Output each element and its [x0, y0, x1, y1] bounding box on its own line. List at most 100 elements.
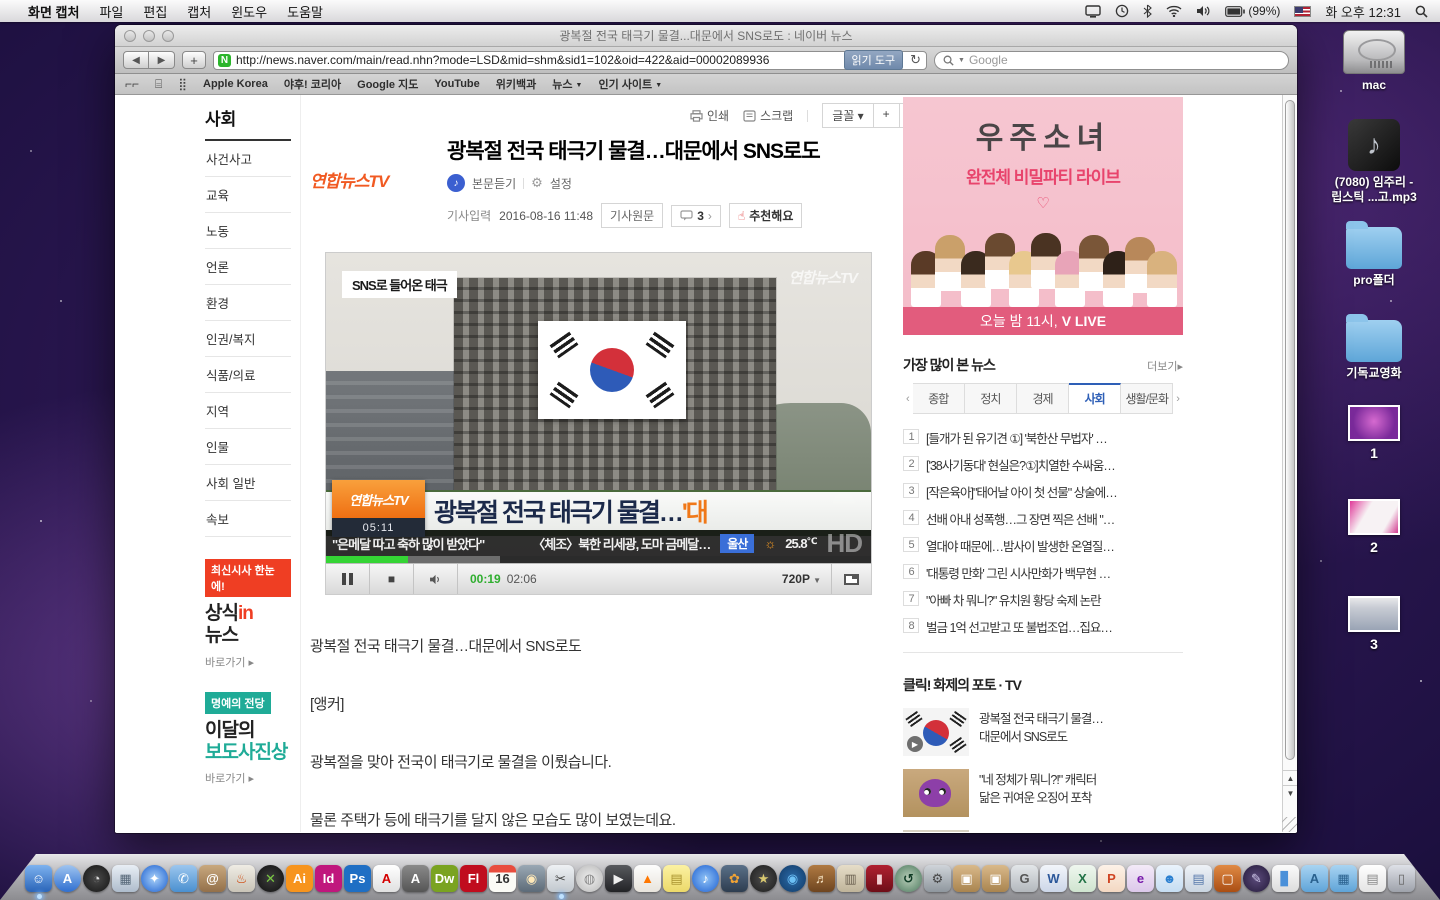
reading-glasses-icon[interactable]: ⌐⌐	[125, 77, 139, 91]
desktop-icon-screenshot-2[interactable]: 2	[1326, 499, 1422, 557]
vertical-scrollbar[interactable]: ▲ ▼	[1282, 95, 1297, 832]
dock-indesign-icon[interactable]: Id	[315, 865, 342, 892]
scroll-down-button[interactable]: ▼	[1283, 785, 1297, 800]
dock-flash-icon[interactable]: Fl	[460, 865, 487, 892]
video-progress-bar[interactable]	[326, 556, 871, 563]
ranked-news-item[interactable]: 7"아빠 차 뭐니?" 유치원 황당 숙제 논란	[903, 586, 1183, 613]
fullscreen-button[interactable]	[831, 564, 871, 594]
dock-ms-word-icon[interactable]: W	[1040, 865, 1067, 892]
stop-button[interactable]: ■	[370, 564, 414, 594]
new-tab-button[interactable]: +	[182, 51, 206, 69]
listen-button[interactable]: 본문듣기	[472, 175, 516, 192]
dock-idvd-icon[interactable]: ◉	[779, 865, 806, 892]
tts-settings-button[interactable]: 설정	[550, 175, 572, 192]
dock-quicktime-icon[interactable]: ▶	[605, 865, 632, 892]
bookmark-google-maps[interactable]: Google 지도	[357, 76, 418, 92]
flag-video-thumbnail[interactable]: ▶	[903, 708, 969, 756]
bookmark-wikipedia[interactable]: 위키백과	[496, 76, 536, 92]
dock-applications-folder-icon[interactable]: A	[1301, 865, 1328, 892]
volume-button[interactable]	[414, 564, 458, 594]
sidebar-item-labor[interactable]: 노동	[205, 213, 291, 249]
dock-preview-icon[interactable]: ▦	[112, 865, 139, 892]
volume-icon[interactable]	[1196, 5, 1211, 17]
battery-indicator[interactable]: (99%)	[1225, 4, 1280, 18]
ranked-news-item[interactable]: 6'대통령 만화' 그린 시사만화가 백무현 …	[903, 559, 1183, 586]
topsites-grid-icon[interactable]: ⣿	[178, 77, 187, 91]
desktop-icon-screenshot-1[interactable]: 1	[1326, 405, 1422, 463]
dock-expression-media-icon[interactable]: ✎	[1243, 865, 1270, 892]
dock-adobe-reader-icon[interactable]: A	[402, 865, 429, 892]
press-logo[interactable]: 연합뉴스TV	[310, 135, 447, 228]
search-field[interactable]: ▼ Google	[934, 51, 1289, 70]
window-titlebar[interactable]: 광복절 전국 태극기 물결...대문에서 SNS로도 : 네이버 뉴스	[115, 25, 1297, 47]
dock-document-file-icon[interactable]: ▤	[1359, 865, 1386, 892]
dock-hancom-box-2-icon[interactable]: ▣	[982, 865, 1009, 892]
ranked-news-item[interactable]: 5열대야 때문에…밤사이 발생한 온열질…	[903, 532, 1183, 559]
photo-tv-item[interactable]: ▶ "아빠 차 뭐니?"유치원 황당 숙제 논란	[903, 830, 1183, 832]
reader-tools-button[interactable]: 읽기 도구	[844, 50, 904, 70]
scrollbar-thumb[interactable]	[1285, 100, 1295, 760]
octopus-thumbnail[interactable]	[903, 769, 969, 817]
ranked-news-item[interactable]: 8벌금 1억 선고받고 또 불법조업…집요…	[903, 613, 1183, 640]
back-button[interactable]: ◀	[123, 51, 149, 69]
ranked-news-item[interactable]: 2['38사기동대' 현실은?①]치열한 수싸움…	[903, 451, 1183, 478]
tts-icon[interactable]: ♪	[447, 174, 465, 192]
photo-tv-item[interactable]: "네 정체가 뭐니?!" 캐릭터닮은 귀여운 오징어 포착	[903, 769, 1183, 817]
menu-help[interactable]: 도움말	[287, 2, 323, 21]
dock-hancom-box-1-icon[interactable]: ▣	[953, 865, 980, 892]
dock-dashboard-icon[interactable]: ◔	[83, 865, 110, 892]
displays-icon[interactable]	[1085, 5, 1101, 18]
dock-stickies-icon[interactable]: ▤	[663, 865, 690, 892]
bookmark-yahoo-korea[interactable]: 야후! 코리아	[284, 76, 341, 92]
url-text[interactable]: http://news.naver.com/main/read.nhn?mode…	[236, 53, 839, 67]
spotlight-icon[interactable]	[1415, 5, 1428, 18]
dock-remote-desktop-icon[interactable]: ▢	[1214, 865, 1241, 892]
tab-life-culture[interactable]: 생활/문화	[1121, 383, 1173, 414]
dock-itunes-icon[interactable]: ♪	[692, 865, 719, 892]
bookmark-apple-korea[interactable]: Apple Korea	[203, 78, 268, 90]
promo-photo-award[interactable]: 명예의 전당 이달의보도사진상 바로가기 ▸	[205, 692, 291, 787]
dock-green-x-icon[interactable]: ✕	[257, 865, 284, 892]
menu-window[interactable]: 윈도우	[231, 2, 267, 21]
desktop-icon-screenshot-3[interactable]: 3	[1326, 596, 1422, 654]
sidebar-item-environment[interactable]: 환경	[205, 285, 291, 321]
dock-acrobat-icon[interactable]: A	[373, 865, 400, 892]
promo-link[interactable]: 바로가기 ▸	[205, 654, 291, 670]
sidebar-item-breaking[interactable]: 속보	[205, 501, 291, 537]
video-player[interactable]: SNS로 들어온 태극 연합뉴스TV 광복절 전국 태극기 물결…'대 연합뉴스…	[325, 252, 872, 595]
dock-time-machine-icon[interactable]: ↺	[895, 865, 922, 892]
dock-app-store-icon[interactable]: A	[54, 865, 81, 892]
menu-capture[interactable]: 캡처	[187, 2, 211, 21]
recommend-button[interactable]: ☝ 추천해요	[729, 203, 802, 228]
dock-ms-messenger-icon[interactable]: ☻	[1156, 865, 1183, 892]
dock-finder-icon[interactable]: ☺	[25, 865, 52, 892]
dock-clamp-tool-icon[interactable]: G	[1011, 865, 1038, 892]
tab-politics[interactable]: 정치	[965, 383, 1017, 414]
comments-button[interactable]: 3›	[671, 205, 721, 227]
dock-silver-utility-icon[interactable]: ◍	[576, 865, 603, 892]
desktop-icon-mp3[interactable]: ♪ (7080) 임주리 -립스틱 ...고.mp3	[1326, 119, 1422, 205]
ranked-news-item[interactable]: 1[들개가 된 유기견 ①] '북한산 무법자' …	[903, 424, 1183, 451]
sidebar-item-rights[interactable]: 인권/복지	[205, 321, 291, 357]
quality-selector[interactable]: 720P ▼	[772, 572, 831, 586]
gear-icon[interactable]: ⚙	[531, 175, 543, 191]
address-bar[interactable]: N http://news.naver.com/main/read.nhn?mo…	[213, 51, 927, 70]
desktop-icon-hdd[interactable]: mac	[1326, 30, 1422, 93]
forward-button[interactable]: ▶	[149, 51, 175, 69]
wifi-icon[interactable]	[1166, 5, 1182, 17]
promo-link[interactable]: 바로가기 ▸	[205, 770, 291, 786]
menu-file[interactable]: 파일	[99, 2, 123, 21]
dock-ical-icon[interactable]: 16	[489, 865, 516, 892]
scrap-button[interactable]: 스크랩	[743, 107, 793, 124]
dock-ms-entourage-icon[interactable]: e	[1127, 865, 1154, 892]
dock-illustrator-icon[interactable]: Ai	[286, 865, 313, 892]
close-window-button[interactable]	[124, 30, 136, 42]
window-resize-grip[interactable]	[1282, 817, 1297, 832]
dock-safari-icon[interactable]: ✦	[141, 865, 168, 892]
video-frame[interactable]: SNS로 들어온 태극 연합뉴스TV 광복절 전국 태극기 물결…'대 연합뉴스…	[326, 253, 871, 556]
menu-app[interactable]: 화면 캡처	[28, 2, 79, 21]
desktop-icon-movies-folder[interactable]: 기독교영화	[1326, 320, 1422, 381]
dock-photoshop-icon[interactable]: Ps	[344, 865, 371, 892]
wjsn-ad-banner[interactable]: 우주소녀 완전체 비밀파티 라이브 ♡	[903, 97, 1183, 335]
homework-video-thumbnail[interactable]: ▶	[903, 830, 969, 832]
